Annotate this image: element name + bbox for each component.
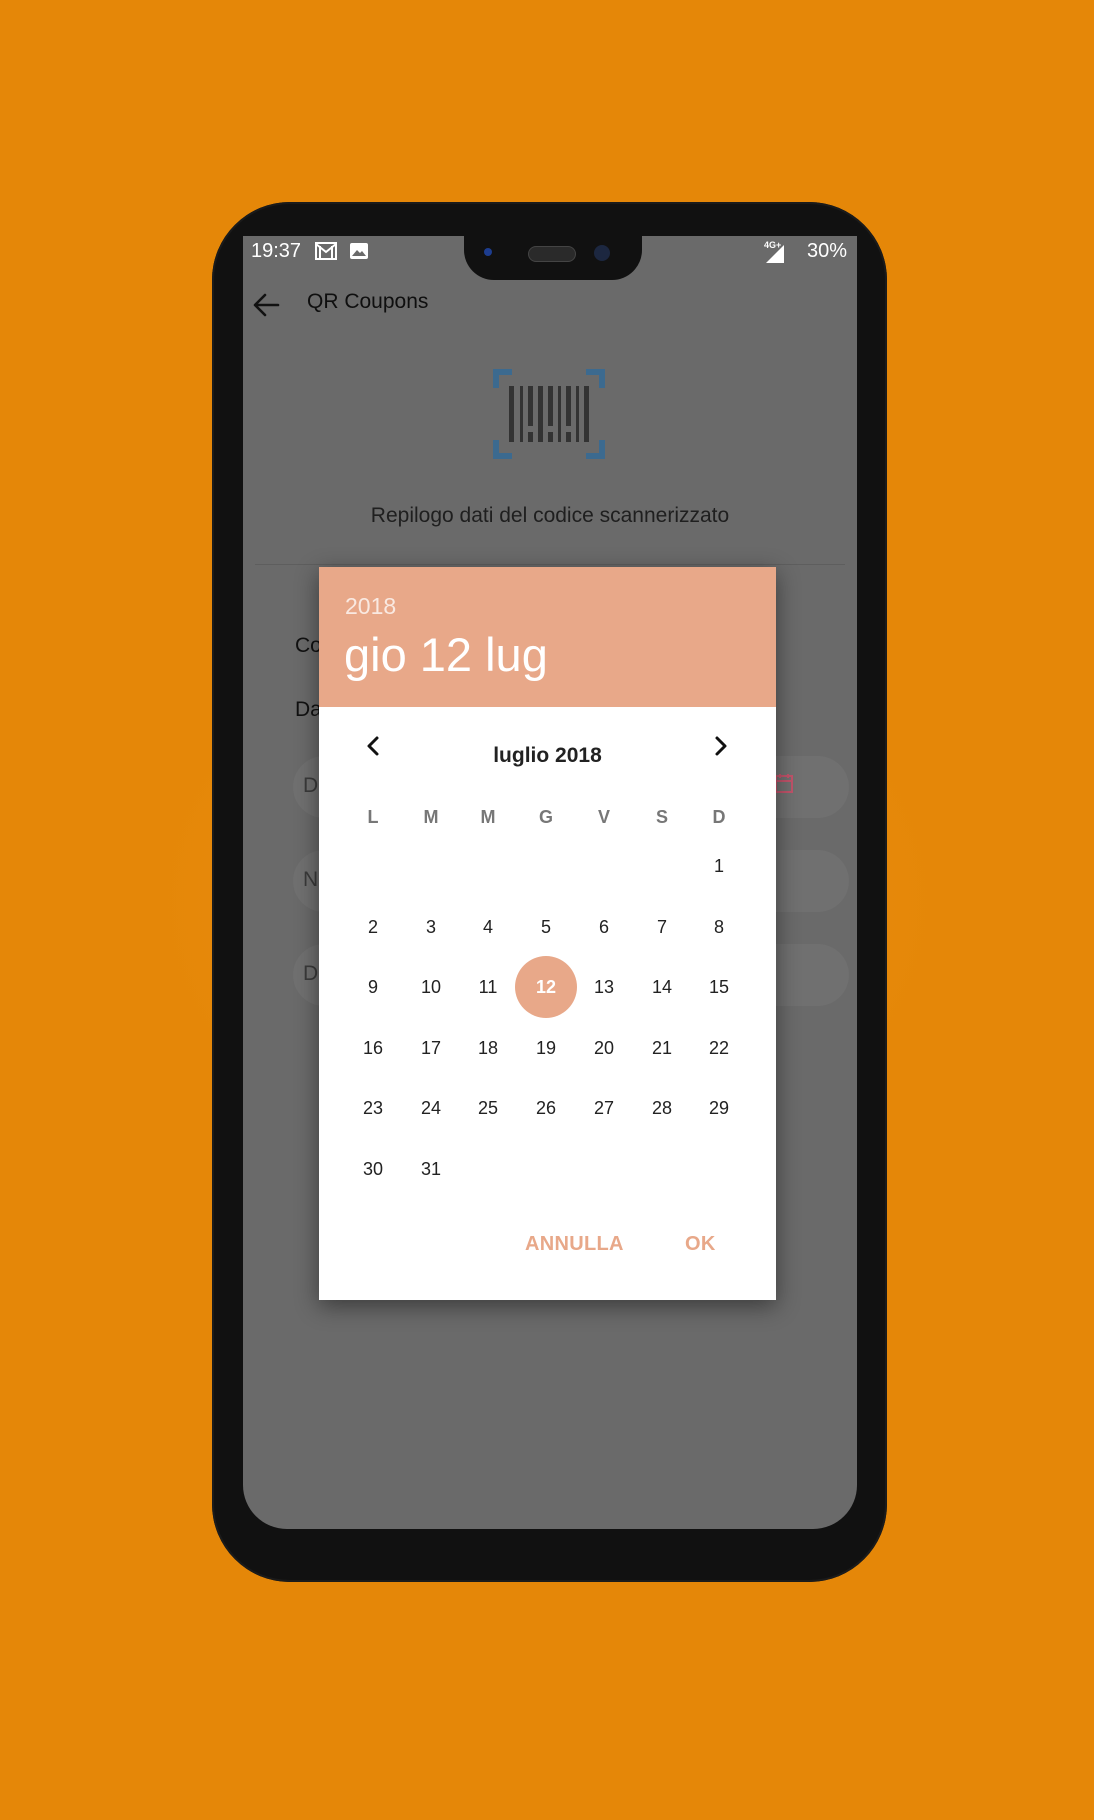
calendar-day[interactable]: 19 (515, 1017, 577, 1079)
barcode-scan-icon (493, 369, 605, 459)
calendar-day[interactable]: 25 (457, 1077, 519, 1139)
front-camera-icon (484, 248, 492, 256)
status-bar: 19:37 4G+ 30% (243, 236, 857, 280)
calendar-day[interactable]: 11 (457, 956, 519, 1018)
weekday-label: M (480, 807, 496, 827)
calendar-day[interactable]: 8 (688, 896, 750, 958)
ok-button[interactable]: OK (685, 1233, 716, 1256)
form-label-2: Da (295, 698, 322, 721)
calendar-day[interactable]: 14 (631, 956, 693, 1018)
calendar-day[interactable]: 4 (457, 896, 519, 958)
calendar-day[interactable]: 2 (342, 896, 404, 958)
year-selector[interactable]: 2018 (345, 593, 396, 620)
app-title: QR Coupons (307, 290, 429, 313)
summary-text: Repilogo dati del codice scannerizzato (370, 504, 730, 527)
calendar-day[interactable]: 20 (573, 1017, 635, 1079)
description-field-text: D (303, 962, 319, 985)
calendar-day[interactable]: 7 (631, 896, 693, 958)
calendar-day[interactable]: 18 (457, 1017, 519, 1079)
calendar-day[interactable]: 30 (342, 1138, 404, 1200)
weekday-label: V (597, 807, 610, 827)
date-picker-header: 2018 gio 12 lug (319, 567, 776, 707)
calendar-day[interactable]: 5 (515, 896, 577, 958)
calendar-day[interactable]: 26 (515, 1077, 577, 1139)
calendar-day[interactable]: 15 (688, 956, 750, 1018)
calendar-day[interactable]: 21 (631, 1017, 693, 1079)
divider (255, 564, 845, 565)
weekday-label: L (367, 807, 379, 827)
calendar-day[interactable]: 10 (400, 956, 462, 1018)
calendar-day[interactable]: 23 (342, 1077, 404, 1139)
sensor-icon (594, 245, 610, 261)
form-label-1: Co (295, 634, 322, 657)
weekday-label: M (423, 807, 439, 827)
calendar-day[interactable]: 31 (400, 1138, 462, 1200)
number-field-text: N (303, 868, 319, 891)
calendar-icon[interactable] (775, 773, 793, 793)
month-title: luglio 2018 (493, 744, 602, 767)
cancel-button[interactable]: ANNULLA (525, 1233, 624, 1256)
battery-level: 30% (806, 240, 847, 262)
date-picker-dialog: 2018 gio 12 lug luglio 2018 LMMGVSD 1234… (319, 567, 776, 1300)
calendar-day[interactable]: 13 (573, 956, 635, 1018)
calendar-day[interactable]: 29 (688, 1077, 750, 1139)
calendar-day[interactable]: 3 (400, 896, 462, 958)
arrow-back-icon[interactable] (251, 290, 281, 320)
weekday-label: G (538, 807, 553, 827)
calendar-day[interactable]: 24 (400, 1077, 462, 1139)
calendar-day[interactable]: 22 (688, 1017, 750, 1079)
weekday-label: D (712, 807, 726, 827)
status-time: 19:37 (251, 240, 302, 262)
calendar-day[interactable]: 6 (573, 896, 635, 958)
calendar-day[interactable]: 16 (342, 1017, 404, 1079)
calendar-day[interactable]: 1 (688, 835, 750, 897)
earpiece-speaker (528, 246, 576, 262)
selected-date[interactable]: gio 12 lug (344, 627, 548, 682)
calendar-day[interactable]: 28 (631, 1077, 693, 1139)
calendar-day[interactable]: 27 (573, 1077, 635, 1139)
gmail-icon (315, 242, 337, 260)
image-icon (350, 243, 368, 259)
calendar-day-selected[interactable]: 12 (515, 956, 577, 1018)
chevron-right-icon[interactable] (709, 735, 731, 757)
weekday-label: S (655, 807, 668, 827)
calendar-day[interactable]: 17 (400, 1017, 462, 1079)
date-field-text: D (303, 774, 319, 797)
app-bar: QR Coupons (243, 274, 857, 336)
signal-icon (766, 245, 784, 263)
calendar-day[interactable]: 9 (342, 956, 404, 1018)
month-navigation: luglio 2018 (319, 707, 776, 777)
